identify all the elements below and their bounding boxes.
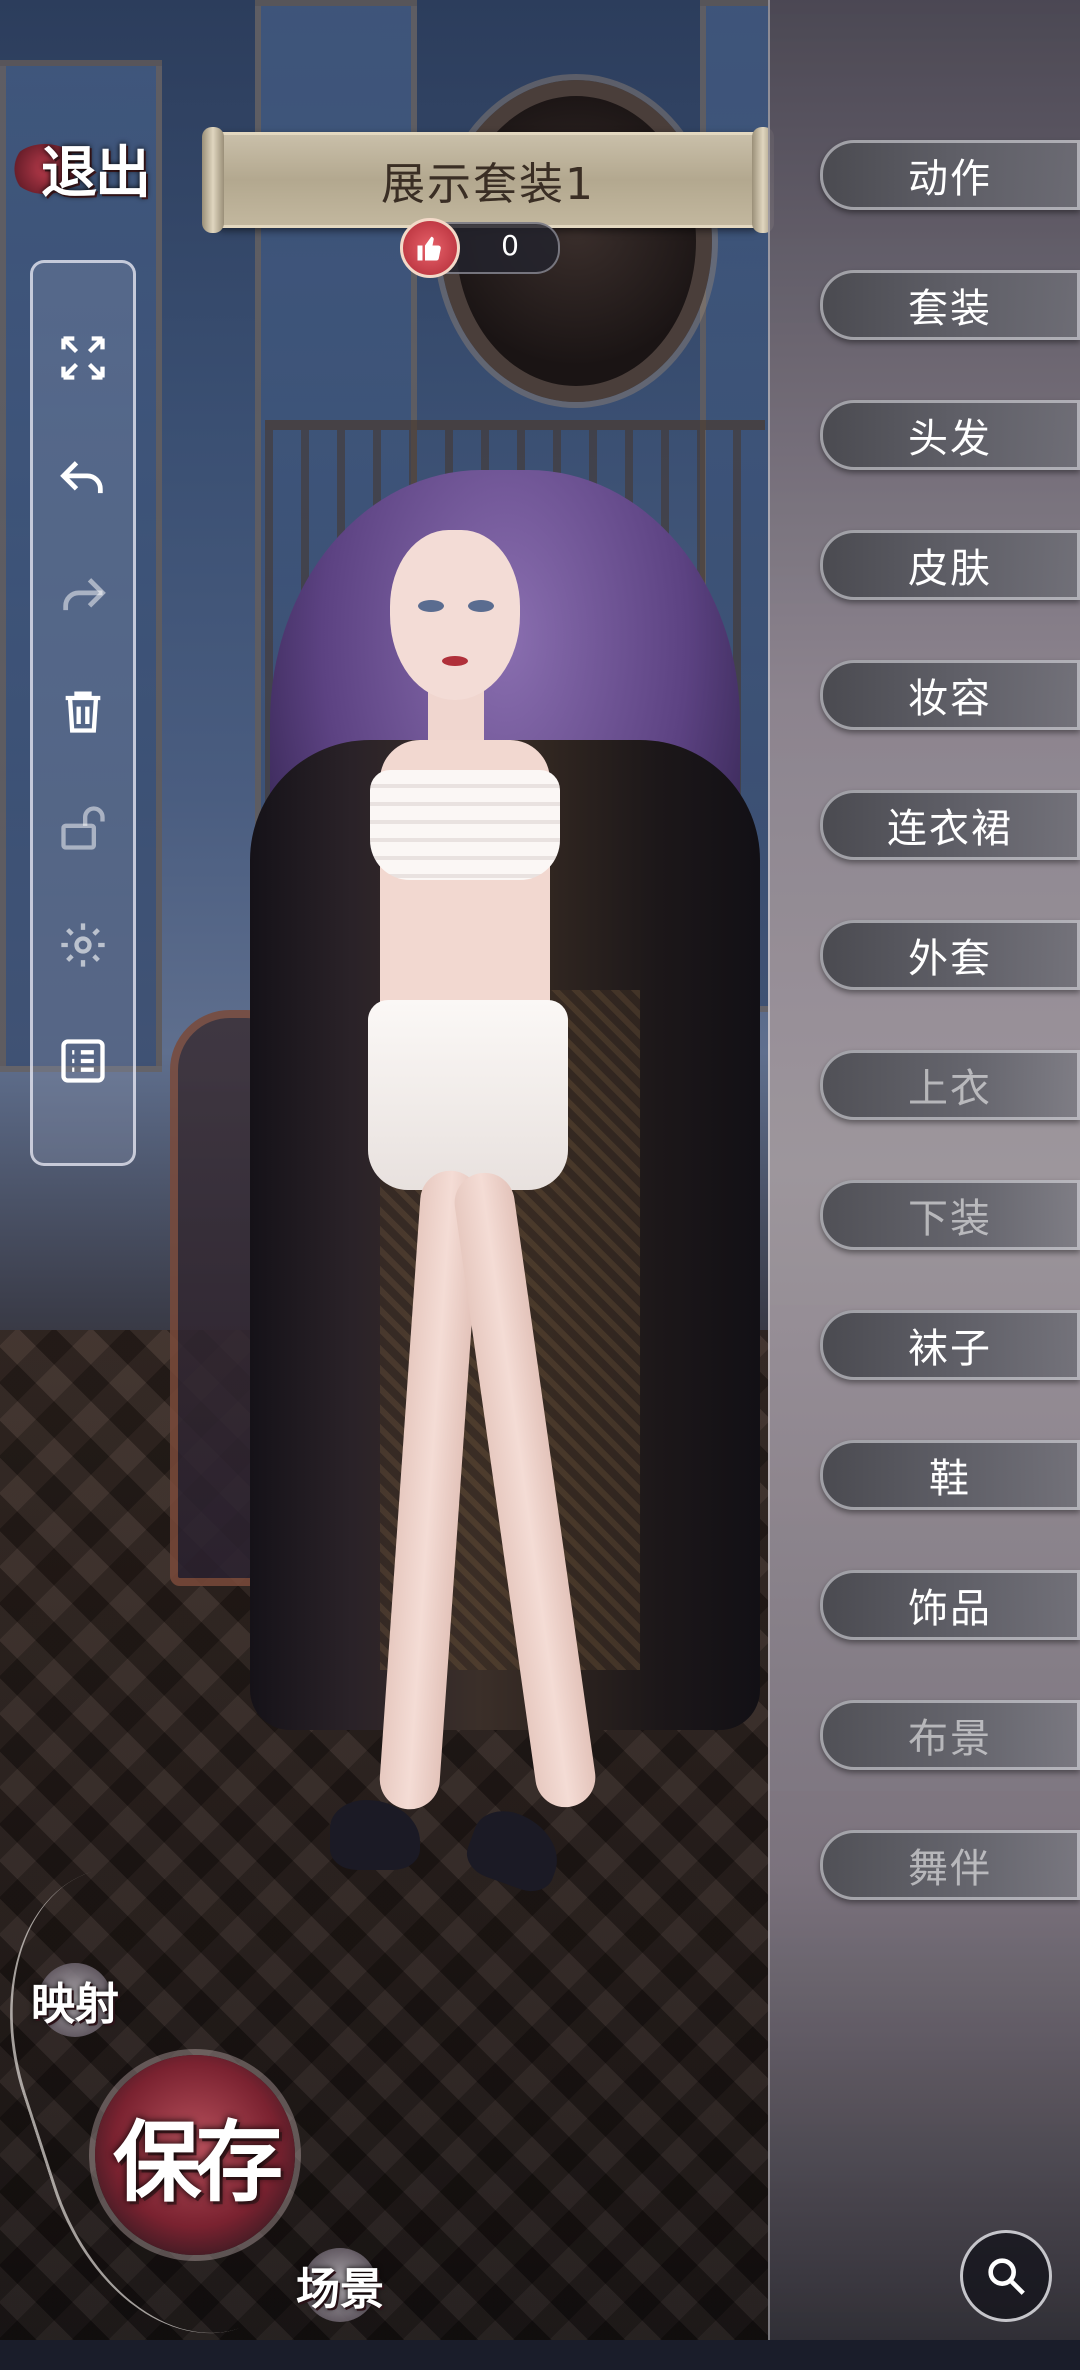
category-coat[interactable]: 外套 [820, 920, 1080, 990]
map-button[interactable]: 映射 [20, 1955, 130, 2045]
category-bottom[interactable]: 下装 [820, 1180, 1080, 1250]
category-hair[interactable]: 头发 [820, 400, 1080, 470]
outfit-title-banner[interactable]: 展示套装1 [202, 127, 774, 233]
character-right-shoe [460, 1801, 570, 1899]
category-accessories[interactable]: 饰品 [820, 1570, 1080, 1640]
category-action[interactable]: 动作 [820, 140, 1080, 210]
redo-icon[interactable] [33, 555, 133, 635]
character-left-shoe [330, 1800, 420, 1870]
map-label: 映射 [31, 1979, 119, 2030]
category-makeup[interactable]: 妆容 [820, 660, 1080, 730]
category-socks[interactable]: 袜子 [820, 1310, 1080, 1380]
search-icon [988, 2258, 1025, 2295]
character-shorts [368, 1000, 568, 1190]
category-panel [768, 0, 1080, 2340]
gear-icon[interactable] [33, 905, 133, 985]
search-button[interactable] [960, 2230, 1052, 2322]
character-model[interactable] [230, 470, 770, 2030]
character-right-eye [468, 600, 494, 612]
category-dress[interactable]: 连衣裙 [820, 790, 1080, 860]
scene-button[interactable]: 场景 [285, 2240, 395, 2330]
like-count: 0 [501, 229, 519, 262]
fullscreen-icon[interactable] [33, 318, 133, 398]
trash-icon[interactable] [33, 671, 133, 751]
left-toolbar [30, 260, 136, 1166]
scene-label: 场景 [296, 2264, 384, 2315]
thumbs-up-icon[interactable] [400, 218, 460, 278]
list-icon[interactable] [33, 1021, 133, 1101]
unlock-icon[interactable] [33, 788, 133, 868]
character-face [390, 530, 520, 700]
category-dance-partner[interactable]: 舞伴 [820, 1830, 1080, 1900]
category-skin[interactable]: 皮肤 [820, 530, 1080, 600]
category-backdrop[interactable]: 布景 [820, 1700, 1080, 1770]
save-label: 保存 [112, 2109, 283, 2214]
exit-button[interactable]: 退出 [10, 128, 180, 208]
category-top[interactable]: 上衣 [820, 1050, 1080, 1120]
character-lips [442, 656, 468, 666]
character-camisole [370, 770, 560, 880]
category-shoes[interactable]: 鞋 [820, 1440, 1080, 1510]
character-left-eye [418, 600, 444, 612]
exit-label: 退出 [41, 139, 151, 206]
outfit-title: 展示套装1 [381, 159, 595, 210]
undo-icon[interactable] [33, 438, 133, 518]
category-outfit[interactable]: 套装 [820, 270, 1080, 340]
